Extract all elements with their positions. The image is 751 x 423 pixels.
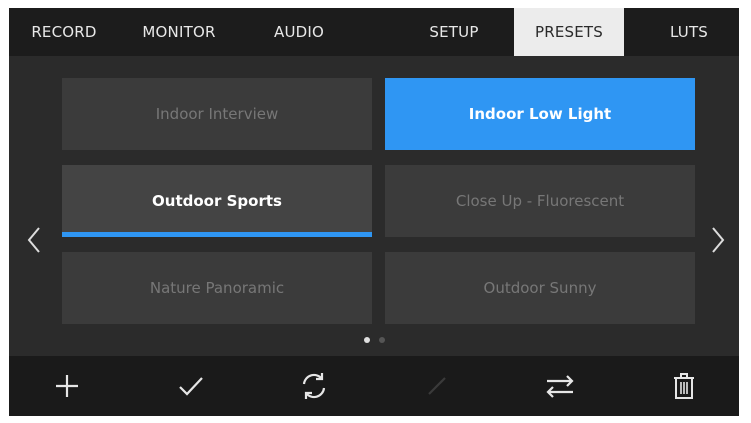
previous-page-button[interactable] xyxy=(19,218,49,262)
preset-indoor-low-light[interactable]: Indoor Low Light xyxy=(385,78,695,150)
tab-monitor[interactable]: MONITOR xyxy=(119,8,239,56)
import-export-button[interactable] xyxy=(530,364,590,408)
presets-screen: RECORD MONITOR AUDIO SETUP PRESETS LUTS … xyxy=(9,8,739,416)
trash-icon xyxy=(674,373,694,399)
preset-label: Outdoor Sports xyxy=(152,192,282,210)
preset-label: Nature Panoramic xyxy=(149,279,285,297)
tab-luts[interactable]: LUTS xyxy=(639,8,739,56)
rename-preset-button[interactable] xyxy=(407,364,467,408)
preset-label: Indoor Low Light xyxy=(468,105,612,123)
page-dot-2[interactable] xyxy=(379,337,385,343)
page-indicator xyxy=(364,337,385,343)
preset-nature-panoramic[interactable]: Nature Panoramic xyxy=(62,252,372,324)
preset-label: Indoor Interview xyxy=(155,105,279,123)
preset-label: Close Up - Fluorescent xyxy=(455,192,625,210)
preset-outdoor-sunny[interactable]: Outdoor Sunny xyxy=(385,252,695,324)
refresh-icon xyxy=(302,373,326,399)
tab-audio[interactable]: AUDIO xyxy=(239,8,359,56)
preset-close-up-fluorescent[interactable]: Close Up - Fluorescent xyxy=(385,165,695,237)
preset-indoor-interview[interactable]: Indoor Interview xyxy=(62,78,372,150)
focus-indicator-bar xyxy=(62,232,372,237)
page-dot-1[interactable] xyxy=(364,337,370,343)
pencil-icon xyxy=(428,377,446,395)
load-preset-button[interactable] xyxy=(161,364,221,408)
next-page-button[interactable] xyxy=(703,218,733,262)
tab-presets[interactable]: PRESETS xyxy=(514,8,624,56)
preset-label: Outdoor Sunny xyxy=(483,279,597,297)
tab-bar: RECORD MONITOR AUDIO SETUP PRESETS LUTS xyxy=(9,8,739,56)
swap-arrows-icon xyxy=(546,375,574,398)
update-preset-button[interactable] xyxy=(284,364,344,408)
add-preset-button[interactable] xyxy=(37,364,97,408)
plus-icon xyxy=(56,375,78,397)
bottom-toolbar xyxy=(9,356,739,416)
chevron-left-icon xyxy=(27,227,40,253)
tab-setup[interactable]: SETUP xyxy=(399,8,509,56)
tab-record[interactable]: RECORD xyxy=(9,8,119,56)
preset-outdoor-sports[interactable]: Outdoor Sports xyxy=(62,165,372,237)
delete-preset-button[interactable] xyxy=(654,364,714,408)
checkmark-icon xyxy=(179,377,203,396)
chevron-right-icon xyxy=(712,227,725,253)
